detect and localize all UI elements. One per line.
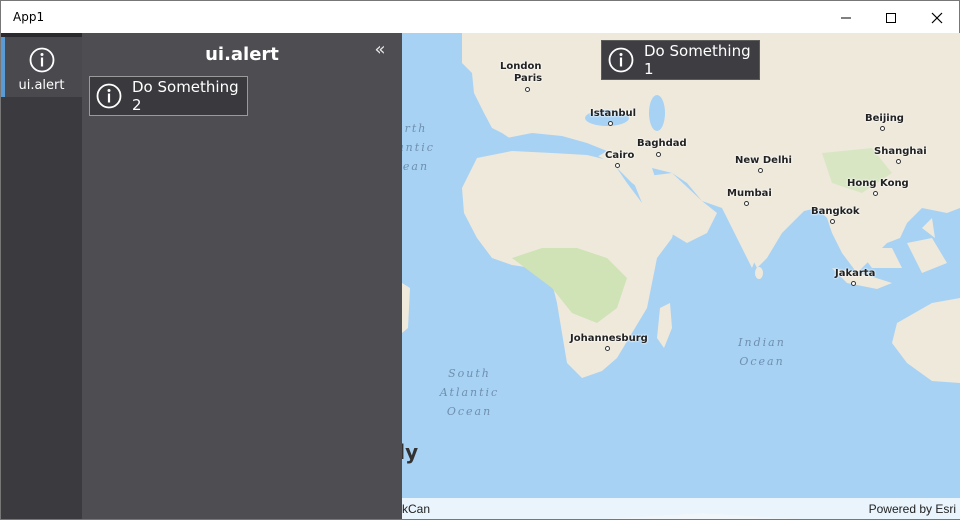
info-icon: [96, 83, 122, 109]
city-marker: [880, 126, 885, 131]
city-marker: [758, 168, 763, 173]
city-label-hong-kong: Hong Kong: [847, 178, 909, 189]
do-something-1-button[interactable]: Do Something 1: [601, 40, 760, 80]
window-title: App1: [13, 10, 45, 24]
city-marker: [896, 159, 901, 164]
attribution-text: kCan: [402, 502, 431, 516]
button-label: Do Something 2: [132, 78, 239, 114]
minimize-button[interactable]: [823, 1, 869, 34]
city-marker: [608, 121, 613, 126]
button-label: Do Something 1: [644, 42, 751, 78]
app-body: ui.alert ui.alert « Do Something 2 rth n…: [0, 33, 960, 520]
city-marker: [525, 87, 530, 92]
city-marker: [873, 191, 878, 196]
city-marker: [851, 281, 856, 286]
map-view[interactable]: rth antic ean South Atlantic Ocean India…: [402, 33, 960, 519]
city-label-bangkok: Bangkok: [811, 206, 860, 217]
city-marker: [744, 201, 749, 206]
city-marker: [615, 163, 620, 168]
city-label-beijing: Beijing: [865, 113, 904, 124]
city-label-cairo: Cairo: [605, 150, 635, 161]
nav-item-ui-alert[interactable]: ui.alert: [1, 37, 82, 97]
city-label-shanghai: Shanghai: [874, 146, 927, 157]
basemap-land: [402, 33, 960, 519]
ocean-label-south-atlantic: South Atlantic Ocean: [439, 367, 500, 418]
city-label-jakarta: Jakarta: [835, 268, 876, 279]
map-attribution-bar: kCan Powered by Esri: [402, 498, 960, 519]
minimize-icon: [841, 17, 851, 18]
maximize-icon: [886, 12, 896, 23]
close-button[interactable]: [914, 1, 960, 34]
panel-title: ui.alert: [205, 44, 279, 65]
city-marker: [605, 346, 610, 351]
city-marker: [830, 219, 835, 224]
city-label-paris: Paris: [514, 73, 543, 84]
city-label-new-delhi: New Delhi: [735, 155, 792, 166]
partial-map-label: nly: [402, 440, 419, 464]
city-label-london: London: [500, 61, 542, 72]
do-something-2-button[interactable]: Do Something 2: [89, 76, 248, 116]
info-icon: [29, 47, 55, 73]
navigation-rail: ui.alert: [1, 33, 82, 519]
title-bar: App1: [0, 0, 960, 33]
ocean-label-north-atlantic: rth antic ean: [402, 122, 435, 173]
city-marker: [656, 152, 661, 157]
info-icon: [608, 47, 634, 73]
nav-item-label: ui.alert: [18, 78, 65, 93]
close-icon: [931, 12, 943, 23]
city-label-baghdad: Baghdad: [637, 138, 687, 149]
city-label-mumbai: Mumbai: [727, 188, 772, 199]
city-label-istanbul: Istanbul: [590, 108, 637, 119]
maximize-button[interactable]: [868, 1, 914, 34]
city-label-johannesburg: Johannesburg: [570, 333, 648, 344]
collapse-panel-button[interactable]: «: [370, 40, 390, 60]
ocean-label-indian: Indian Ocean: [738, 336, 786, 368]
powered-by-esri[interactable]: Powered by Esri: [869, 502, 956, 516]
